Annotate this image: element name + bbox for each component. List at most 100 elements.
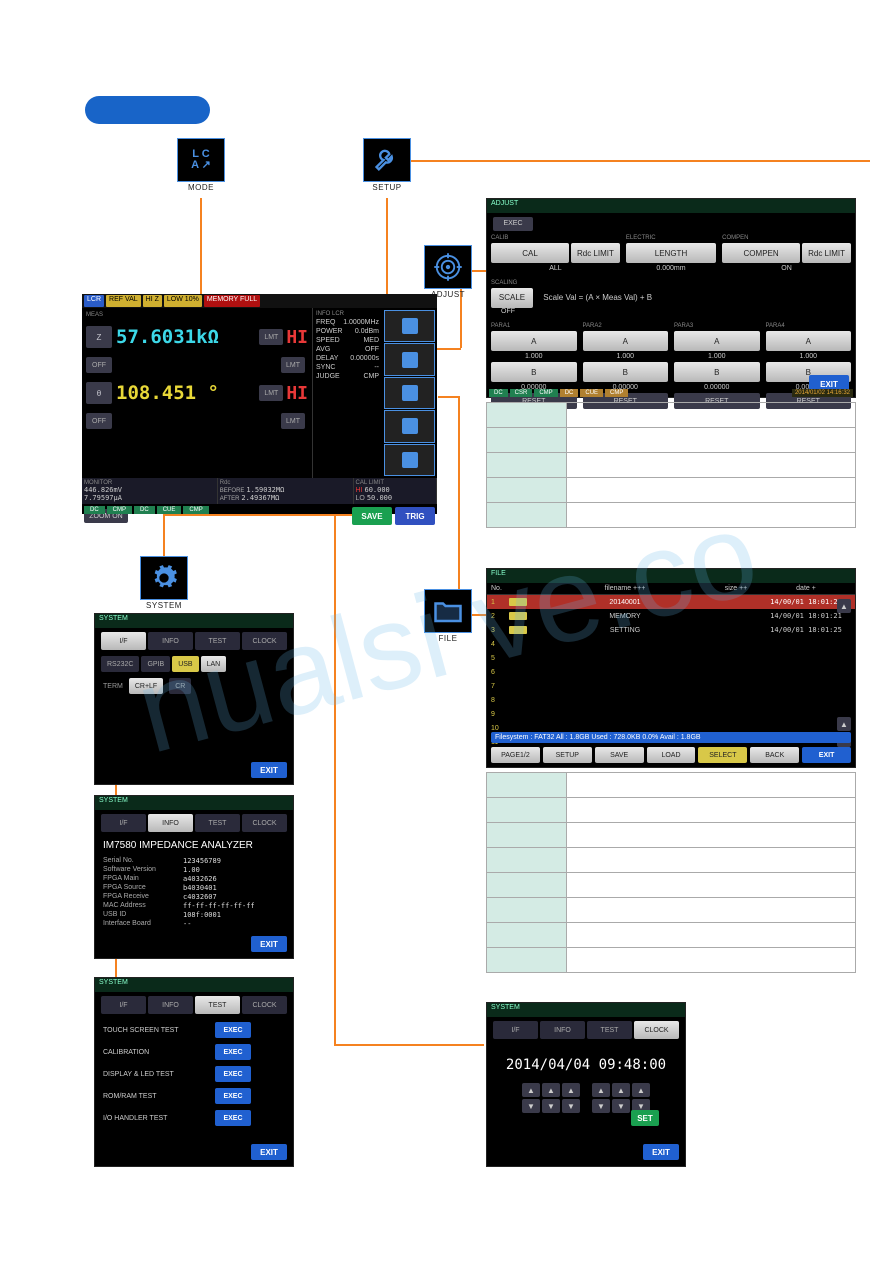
if-rs232c[interactable]: RS232C (101, 656, 139, 672)
clock-down[interactable]: ▼ (612, 1099, 630, 1113)
scroll-top-button[interactable]: ▲ (837, 599, 851, 613)
exec-button[interactable]: EXEC (215, 1066, 251, 1082)
if-gpib[interactable]: GPIB (141, 656, 170, 672)
if-lan[interactable]: LAN (201, 656, 227, 672)
sys-tab-test[interactable]: TEST (195, 996, 240, 1014)
file-exit-button[interactable]: EXIT (802, 747, 851, 763)
param-b-button[interactable]: B (674, 362, 760, 382)
param-b-button[interactable]: B (491, 362, 577, 382)
clock-up[interactable]: ▲ (632, 1083, 650, 1097)
clock-set-button[interactable]: SET (631, 1110, 659, 1126)
bottom-tab[interactable]: DC (84, 506, 105, 514)
clock-down[interactable]: ▼ (592, 1099, 610, 1113)
system-icon-box[interactable]: SYSTEM (140, 556, 188, 616)
exec-button[interactable]: EXEC (215, 1110, 251, 1126)
clock-up[interactable]: ▲ (522, 1083, 540, 1097)
length-button[interactable]: LENGTH (626, 243, 716, 263)
clock-up[interactable]: ▲ (612, 1083, 630, 1097)
bottom-tab[interactable]: CMP (107, 506, 132, 514)
bottom-tab[interactable]: CMP (183, 506, 208, 514)
adjust-tab[interactable]: CMP (534, 389, 557, 397)
sys-exit-button[interactable]: EXIT (643, 1144, 679, 1160)
setup-icon-box[interactable]: SETUP (363, 138, 411, 198)
file-back-button[interactable]: BACK (750, 747, 799, 763)
file-row[interactable]: 8 (487, 693, 855, 707)
sys-tab-info[interactable]: INFO (540, 1021, 585, 1039)
sys-tab-info[interactable]: INFO (148, 814, 193, 832)
sys-tab-clock[interactable]: CLOCK (242, 996, 287, 1014)
sys-tab-info[interactable]: INFO (148, 632, 193, 650)
file-row[interactable]: 7 (487, 679, 855, 693)
side-system-button[interactable] (384, 410, 435, 442)
file-select-button[interactable]: SELECT (698, 747, 747, 763)
bottom-tab[interactable]: CUE (157, 506, 182, 514)
clock-up[interactable]: ▲ (542, 1083, 560, 1097)
clock-up[interactable]: ▲ (562, 1083, 580, 1097)
sys-exit-button[interactable]: EXIT (251, 936, 287, 952)
clock-down[interactable]: ▼ (542, 1099, 560, 1113)
adjust-exec[interactable]: EXEC (493, 217, 533, 231)
sys-tab-if[interactable]: I/F (101, 632, 146, 650)
exec-button[interactable]: EXEC (215, 1044, 251, 1060)
sys-tab-clock[interactable]: CLOCK (634, 1021, 679, 1039)
file-row[interactable]: 2MEMORY14/00/01 18:01:21 (487, 609, 855, 623)
file-setup-button[interactable]: SETUP (543, 747, 592, 763)
file-row[interactable]: 3SETTING14/00/01 18:01:25 (487, 623, 855, 637)
sys-tab-if[interactable]: I/F (493, 1021, 538, 1039)
cal-button[interactable]: CAL (491, 243, 569, 263)
side-file-button[interactable] (384, 444, 435, 476)
save-button[interactable]: SAVE (352, 507, 392, 525)
sys-tab-if[interactable]: I/F (101, 996, 146, 1014)
bottom-tab[interactable]: DC (134, 506, 155, 514)
z-button[interactable]: Z (86, 326, 112, 348)
off-button[interactable]: OFF (86, 413, 112, 429)
scroll-up-button[interactable]: ▲ (837, 717, 851, 731)
exec-button[interactable]: EXEC (215, 1088, 251, 1104)
side-setup-button[interactable] (384, 343, 435, 375)
sys-tab-test[interactable]: TEST (195, 814, 240, 832)
rdc-limit-button[interactable]: Rdc LIMIT (571, 243, 620, 263)
param-a-button[interactable]: A (583, 331, 669, 351)
sys-tab-if[interactable]: I/F (101, 814, 146, 832)
file-save-button[interactable]: SAVE (595, 747, 644, 763)
file-load-button[interactable]: LOAD (647, 747, 696, 763)
adjust-tab[interactable]: DC (489, 389, 508, 397)
file-row[interactable]: 4 (487, 637, 855, 651)
sys-tab-test[interactable]: TEST (587, 1021, 632, 1039)
trig-button[interactable]: TRIG (395, 507, 435, 525)
param-a-button[interactable]: A (674, 331, 760, 351)
lmt-button[interactable]: LMT (281, 357, 305, 373)
theta-button[interactable]: θ (86, 382, 112, 404)
sys-exit-button[interactable]: EXIT (251, 762, 287, 778)
sys-tab-clock[interactable]: CLOCK (242, 814, 287, 832)
param-a-button[interactable]: A (491, 331, 577, 351)
exec-button[interactable]: EXEC (215, 1022, 251, 1038)
sys-exit-button[interactable]: EXIT (251, 1144, 287, 1160)
if-usb[interactable]: USB (172, 656, 198, 672)
clock-down[interactable]: ▼ (562, 1099, 580, 1113)
adjust-tab[interactable]: CUE (580, 389, 603, 397)
sys-tab-info[interactable]: INFO (148, 996, 193, 1014)
file-row[interactable]: 6 (487, 665, 855, 679)
adjust-tab[interactable]: CSR (510, 389, 533, 397)
compen-button[interactable]: COMPEN (722, 243, 800, 263)
lmt-button[interactable]: LMT (281, 413, 305, 429)
mode-icon-box[interactable]: L C A ↗ MODE (177, 138, 225, 198)
file-row[interactable]: 12014000114/00/01 18:01:27 (487, 595, 855, 609)
off-button[interactable]: OFF (86, 357, 112, 373)
term-cr[interactable]: CR (169, 678, 191, 694)
adjust-tab[interactable]: DC (560, 389, 579, 397)
clock-up[interactable]: ▲ (592, 1083, 610, 1097)
adjust-tab[interactable]: CMP (605, 389, 628, 397)
file-row[interactable]: 9 (487, 707, 855, 721)
clock-down[interactable]: ▼ (522, 1099, 540, 1113)
file-row[interactable]: 5 (487, 651, 855, 665)
side-adjust-button[interactable] (384, 377, 435, 409)
file-icon-box[interactable]: FILE (424, 589, 472, 649)
side-mode-button[interactable] (384, 310, 435, 342)
lmt-button[interactable]: LMT (259, 385, 283, 401)
lmt-button[interactable]: LMT (259, 329, 283, 345)
sys-tab-test[interactable]: TEST (195, 632, 240, 650)
rdc-limit2-button[interactable]: Rdc LIMIT (802, 243, 851, 263)
scale-button[interactable]: SCALE (491, 288, 533, 308)
